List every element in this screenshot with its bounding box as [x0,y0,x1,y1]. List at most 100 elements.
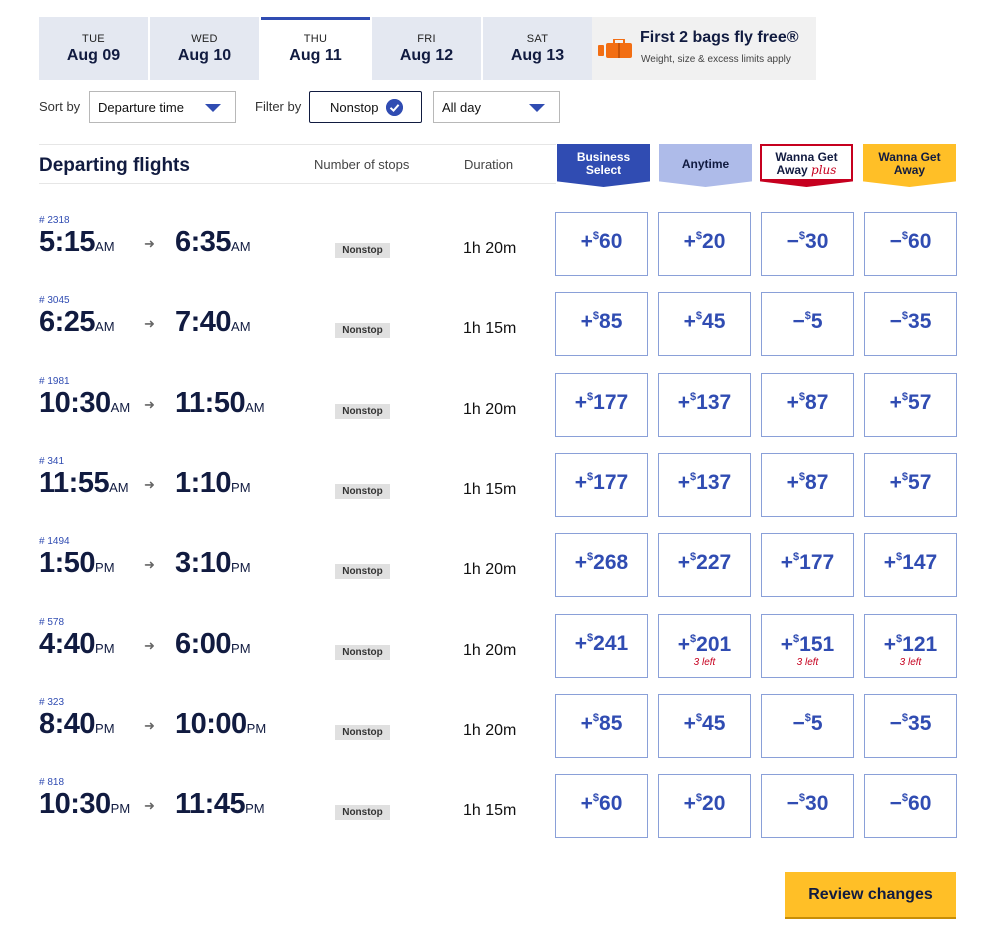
fare-anytime-price-button[interactable]: +$137 [658,373,751,437]
currency-symbol: $ [587,391,594,403]
arrival-time: 6:00PM [175,628,251,661]
duration-column-header: Duration [464,157,514,172]
fare-wanna-get-away-plus-price-button[interactable]: +$87 [761,453,854,517]
date-tab-wed[interactable]: WED Aug 10 [150,17,259,80]
fare-sign: + [677,391,691,414]
sort-select[interactable]: Departure time [89,91,236,123]
fare-wanna-get-away-price-button[interactable]: +$147 [864,533,957,597]
fare-business-select-price-button[interactable]: +$177 [555,373,648,437]
flight-number: # 3045 [39,295,70,306]
arrival-ampm: PM [246,721,267,736]
fare-price: −$35 [865,712,956,736]
departure-ampm: PM [95,721,115,736]
fare-sign: + [580,230,593,253]
arrival-ampm: AM [245,400,265,415]
fare-wanna-get-away-plus-price-button[interactable]: −$5 [761,292,854,356]
flight-duration: 1h 20m [463,561,517,578]
fare-wanna-get-away-plus-price-button[interactable]: −$30 [761,212,854,276]
stops-badge: Nonstop [335,243,390,258]
fare-price: −$60 [865,230,956,254]
fare-wanna-get-away-price-button[interactable]: −$60 [864,212,957,276]
divider [39,183,556,184]
fare-business-select-price-button[interactable]: +$60 [555,212,648,276]
filter-label: Filter by [255,99,302,114]
bags-fly-free-banner: First 2 bags fly free® Weight, size & ex… [592,17,816,80]
fare-wanna-get-away-plus-price-button[interactable]: +$151 3 left [761,614,854,678]
currency-symbol: $ [798,471,806,483]
date-tab-sat[interactable]: SAT Aug 13 [483,17,592,80]
departure-time: 10:30PM [39,788,130,821]
stops-badge: Nonstop [335,564,390,579]
fare-amount: 137 [696,471,732,494]
currency-symbol: $ [695,310,703,322]
fare-anytime-price-button[interactable]: +$137 [658,453,751,517]
departure-time: 11:55AM [39,467,129,500]
departure-ampm: PM [110,801,131,816]
flight-duration: 1h 20m [463,401,517,418]
nonstop-filter-label: Nonstop [330,100,379,115]
fare-business-select-price-button[interactable]: +$60 [555,774,648,838]
date-tab-tue[interactable]: TUE Aug 09 [39,17,148,80]
fare-price: +$85 [556,310,647,334]
arrow-right-icon: ➜ [144,638,155,653]
fare-anytime-price-button[interactable]: +$201 3 left [658,614,751,678]
fare-header-business-select: Business Select [557,144,650,187]
flight-duration: 1h 15m [463,802,517,819]
flight-row: # 341 11:55AM ➜ 1:10PM Nonstop 1h 15m +$177 +$1… [0,453,1000,536]
sort-label: Sort by [39,99,81,114]
flight-number: # 341 [39,456,65,467]
fare-amount: 57 [908,391,932,414]
fare-wanna-get-away-price-button[interactable]: +$57 [864,453,957,517]
fare-anytime-price-button[interactable]: +$20 [658,212,751,276]
fare-wanna-get-away-price-button[interactable]: −$35 [864,292,957,356]
fare-sign: + [780,633,794,656]
fare-business-select-price-button[interactable]: +$268 [555,533,648,597]
arrival-ampm: PM [231,480,251,495]
departure-time-value: 8:40 [39,708,96,740]
fare-wanna-get-away-price-button[interactable]: +$57 [864,373,957,437]
currency-symbol: $ [804,310,811,322]
fare-sign: + [683,712,696,735]
fare-amount: 30 [805,792,829,815]
fare-sign: + [580,792,593,815]
fare-business-select-price-button[interactable]: +$177 [555,453,648,517]
fare-wanna-get-away-plus-price-button[interactable]: +$177 [761,533,854,597]
fare-business-select-price-button[interactable]: +$85 [555,292,648,356]
stops-badge: Nonstop [335,323,390,338]
review-changes-button[interactable]: Review changes [785,872,956,919]
fare-sign: + [780,551,794,574]
fare-sign: + [883,551,897,574]
fare-anytime-price-button[interactable]: +$20 [658,774,751,838]
fare-wanna-get-away-plus-price-button[interactable]: −$5 [761,694,854,758]
fare-amount: 20 [702,792,726,815]
departure-ampm: PM [95,560,115,575]
fare-wanna-get-away-price-button[interactable]: +$121 3 left [864,614,957,678]
fare-price: +$57 [865,391,956,415]
departure-time: 10:30AM [39,387,130,420]
arrow-right-icon: ➜ [144,236,155,251]
departure-time: 5:15AM [39,226,115,259]
date-tab-thu[interactable]: THU Aug 11 [261,17,370,80]
fare-amount: 85 [599,712,623,735]
departure-time: 1:50PM [39,547,115,580]
date-tab-fri[interactable]: FRI Aug 12 [372,17,481,80]
arrival-time-value: 6:00 [175,628,232,660]
fare-header-anytime: Anytime [659,144,752,187]
time-of-day-select[interactable]: All day [433,91,560,123]
fare-business-select-price-button[interactable]: +$85 [555,694,648,758]
fare-wanna-get-away-price-button[interactable]: −$35 [864,694,957,758]
fare-wanna-get-away-price-button[interactable]: −$60 [864,774,957,838]
fare-amount: 147 [902,551,938,574]
flight-row: # 323 8:40PM ➜ 10:00PM Nonstop 1h 20m +$85 +$45… [0,694,1000,777]
arrow-right-icon: ➜ [144,798,155,813]
fare-business-select-price-button[interactable]: +$241 [555,614,648,678]
departure-time-value: 6:25 [39,306,96,338]
fare-anytime-price-button[interactable]: +$45 [658,694,751,758]
fare-anytime-price-button[interactable]: +$227 [658,533,751,597]
fare-sign: + [574,632,588,655]
fare-amount: 177 [593,391,629,414]
fare-wanna-get-away-plus-price-button[interactable]: +$87 [761,373,854,437]
nonstop-filter-toggle[interactable]: Nonstop [309,91,422,123]
fare-anytime-price-button[interactable]: +$45 [658,292,751,356]
fare-wanna-get-away-plus-price-button[interactable]: −$30 [761,774,854,838]
